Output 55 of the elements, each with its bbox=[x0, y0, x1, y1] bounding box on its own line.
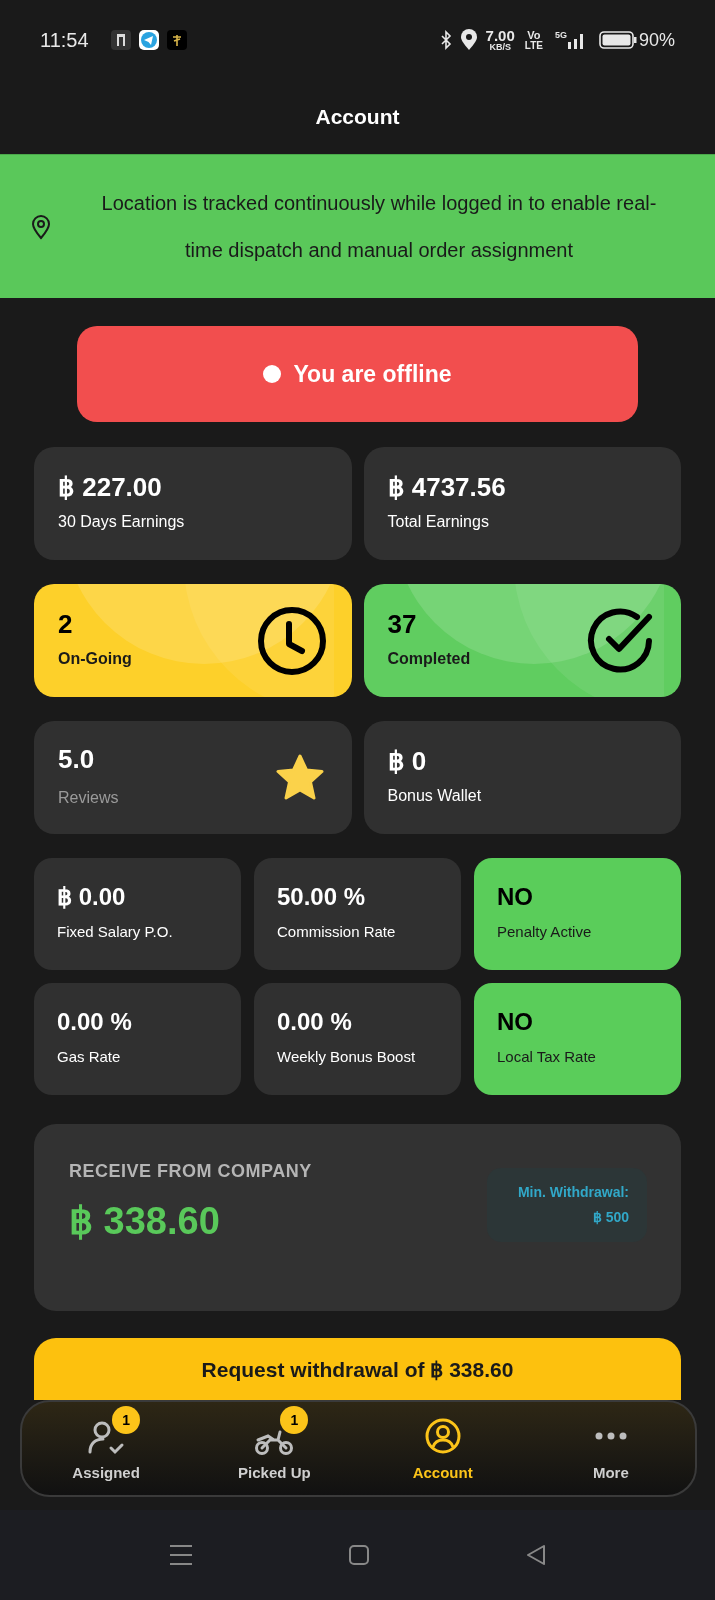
nav-tab[interactable]: Account bbox=[412, 1416, 473, 1485]
paper-plane-icon bbox=[138, 30, 159, 50]
banner-text: Location is tracked continuously while logged in to enable real-time dispatch and manual order assignment bbox=[100, 190, 658, 263]
withdraw-button[interactable]: Request withdrawal of ฿ 338.60 bbox=[34, 1338, 681, 1400]
stat-label: On-Going bbox=[58, 648, 133, 669]
stat-label: Weekly Bonus Boost bbox=[277, 1046, 417, 1067]
battery-icon bbox=[598, 30, 637, 50]
receive-label: RECEIVE FROM COMPANY bbox=[69, 1160, 312, 1183]
menu-icon bbox=[168, 1544, 193, 1566]
min-withdrawal-label: Min. Withdrawal: bbox=[517, 1183, 629, 1202]
stat-value: ฿ 0.00 bbox=[57, 884, 127, 909]
more-dots-icon bbox=[594, 1432, 627, 1440]
min-withdrawal-amount: ฿ 500 bbox=[592, 1208, 629, 1227]
clock-time: 11:54 bbox=[40, 28, 89, 53]
volte-label: Vo bbox=[527, 29, 541, 41]
back-icon bbox=[524, 1544, 547, 1566]
receive-amount: ฿ 338.60 bbox=[69, 1199, 221, 1244]
screen-title: Account bbox=[315, 104, 400, 131]
nav-tab[interactable]: More bbox=[592, 1416, 629, 1485]
location-pin-icon bbox=[30, 213, 52, 240]
network-type: 5G bbox=[554, 29, 567, 42]
stat-label: Fixed Salary P.O. bbox=[57, 921, 174, 942]
clock-icon bbox=[255, 604, 328, 677]
stat-label: Commission Rate bbox=[277, 921, 397, 942]
stat-label: Reviews bbox=[58, 787, 120, 808]
stat-value: ฿ 0 bbox=[387, 747, 428, 774]
stat-value: ฿ 227.00 bbox=[58, 473, 163, 500]
home-square-icon bbox=[347, 1544, 370, 1566]
stat-label: 30 Days Earnings bbox=[58, 511, 186, 532]
status-toggle-button[interactable]: You are offline bbox=[77, 326, 638, 422]
speed-unit: KB/S bbox=[489, 43, 511, 52]
stat-label: Completed bbox=[387, 648, 472, 669]
stat-label: Local Tax Rate bbox=[497, 1046, 597, 1067]
location-icon bbox=[459, 29, 478, 51]
bluetooth-icon bbox=[439, 30, 452, 50]
stat-value: ฿ 4737.56 bbox=[387, 473, 507, 500]
battery-percent: 90% bbox=[638, 28, 675, 52]
app-notification-icon bbox=[166, 30, 187, 50]
stat-value: 50.00 % bbox=[277, 884, 367, 909]
stat-value: 5.0 bbox=[58, 745, 96, 772]
network-speed: 7.00 bbox=[485, 28, 515, 43]
stat-label: Bonus Wallet bbox=[387, 785, 483, 806]
stat-value: 0.00 % bbox=[57, 1009, 133, 1034]
count-badge: 1 bbox=[112, 1406, 141, 1434]
volte-label: LTE bbox=[524, 40, 543, 51]
stat-value: 37 bbox=[387, 610, 418, 637]
count-badge: 1 bbox=[280, 1406, 309, 1434]
stat-value: NO bbox=[497, 884, 534, 909]
stat-value: 2 bbox=[58, 610, 74, 637]
stat-value: 0.00 % bbox=[277, 1009, 353, 1034]
stat-label: Penalty Active bbox=[497, 921, 593, 942]
app-notification-icon bbox=[110, 30, 131, 50]
stat-label: Total Earnings bbox=[387, 511, 490, 532]
stat-value: NO bbox=[497, 1009, 534, 1034]
stat-label: Gas Rate bbox=[57, 1046, 122, 1067]
